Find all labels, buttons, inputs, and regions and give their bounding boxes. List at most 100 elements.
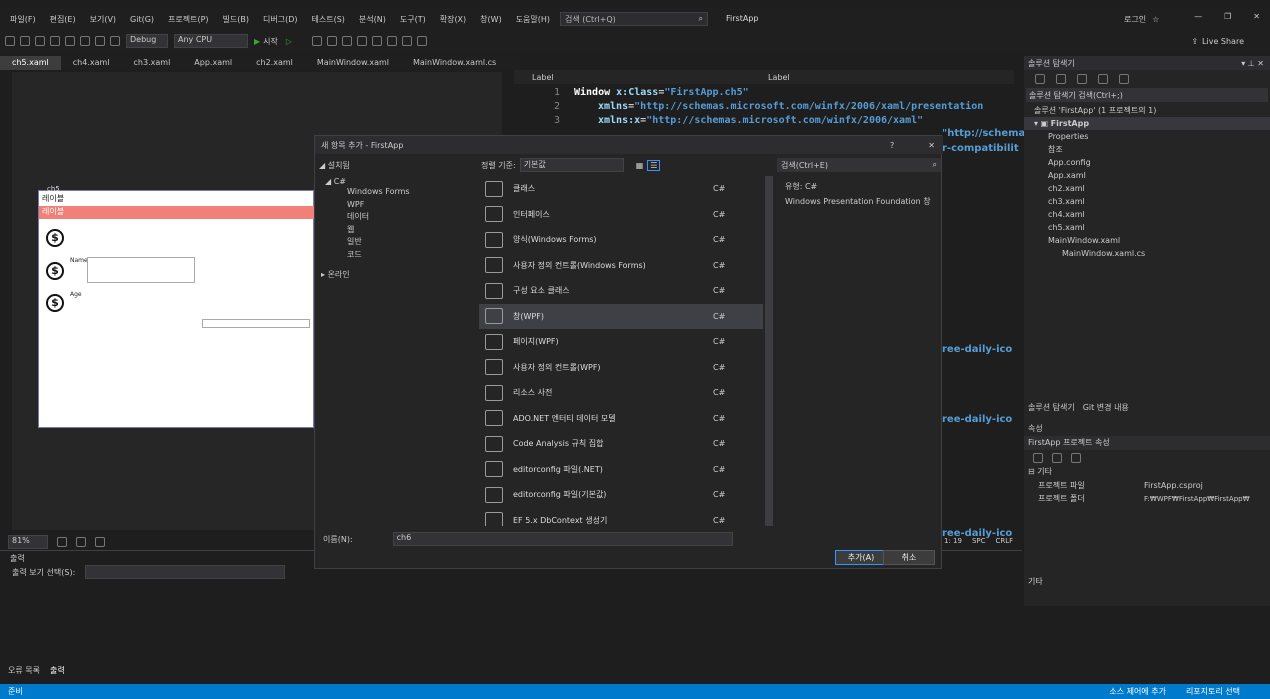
template-item[interactable]: EF 5.x DbContext 생성기 C# — [479, 508, 763, 526]
category-item[interactable]: 일반 — [347, 236, 477, 249]
element-selector-left[interactable]: Label — [532, 73, 762, 82]
redo-icon[interactable] — [110, 36, 120, 46]
menu-item[interactable]: 도구(T) — [396, 14, 430, 25]
property-row[interactable]: 프로젝트 폴더 F:₩WPF₩FirstApp₩FirstApp₩ — [1024, 492, 1270, 505]
repository-button[interactable]: 리포지토리 선택 — [1186, 686, 1240, 697]
tab-git-changes[interactable]: Git 변경 내용 — [1083, 402, 1129, 413]
name-input[interactable]: ch6 — [392, 532, 733, 546]
line-ending-status[interactable]: CRLF — [996, 537, 1014, 545]
solution-item[interactable]: MainWindow.xaml — [1034, 234, 1270, 247]
solution-item[interactable]: ch4.xaml — [1034, 208, 1270, 221]
bookmark-next-icon[interactable] — [417, 36, 428, 46]
menu-item[interactable]: 보기(V) — [86, 14, 120, 25]
pin-icon[interactable]: ▾ ⊥ ✕ — [1241, 59, 1264, 68]
template-item[interactable]: editorconfig 파일(기본값) C# — [479, 482, 763, 508]
cancel-button[interactable]: 취소 — [883, 550, 935, 565]
open-icon[interactable] — [50, 36, 60, 46]
save-icon[interactable] — [65, 36, 75, 46]
toolbar-icon-1[interactable] — [312, 36, 323, 46]
config-dropdown[interactable]: Debug — [126, 34, 168, 48]
template-item[interactable]: 사용자 정의 컨트롤(Windows Forms) C# — [479, 253, 763, 279]
template-item[interactable]: 클래스 C# — [479, 176, 763, 202]
solution-item[interactable]: Properties — [1034, 130, 1270, 143]
solution-item[interactable]: ch5.xaml — [1034, 221, 1270, 234]
property-pages-icon[interactable] — [1071, 453, 1081, 463]
menu-item[interactable]: 파일(F) — [6, 14, 40, 25]
menu-item[interactable]: 편집(E) — [46, 14, 80, 25]
sync-icon[interactable] — [1056, 74, 1066, 84]
dialog-close-icon[interactable]: ✕ — [928, 141, 935, 150]
properties-category[interactable]: ⊟ 기타 — [1024, 466, 1270, 479]
template-list-scrollbar[interactable] — [765, 176, 773, 526]
feedback-icon[interactable]: ☆ — [1152, 15, 1159, 24]
live-share-button[interactable]: Live Share — [1202, 37, 1244, 46]
category-item[interactable]: Windows Forms — [347, 186, 477, 199]
element-selector-right[interactable]: Label — [768, 73, 790, 82]
menu-item[interactable]: Git(G) — [126, 15, 158, 24]
solution-item[interactable]: 참조 — [1034, 143, 1270, 156]
fx-icon[interactable] — [57, 537, 67, 547]
spacing-status[interactable]: SPC — [972, 537, 986, 545]
save-all-icon[interactable] — [80, 36, 90, 46]
solution-item[interactable]: ch2.xaml — [1034, 182, 1270, 195]
sort-dropdown[interactable]: 기본값 — [519, 158, 624, 172]
menu-item[interactable]: 도움말(H) — [512, 14, 554, 25]
csharp-node[interactable]: ◢ C# — [315, 171, 477, 186]
categorized-icon[interactable] — [1033, 453, 1043, 463]
document-tab[interactable]: ch2.xaml — [244, 56, 305, 70]
solution-root[interactable]: 솔루션 'FirstApp' (1 프로젝트의 1) — [1034, 104, 1270, 117]
source-control-button[interactable]: 소스 제어에 추가 — [1109, 686, 1166, 697]
document-tab[interactable]: ch3.xaml — [122, 56, 183, 70]
document-tab[interactable]: ch4.xaml — [61, 56, 122, 70]
tab-solution-explorer[interactable]: 솔루션 탐색기 — [1028, 402, 1075, 413]
collapse-icon[interactable] — [1098, 74, 1108, 84]
zoom-dropdown[interactable]: 81% — [8, 535, 48, 549]
account-area[interactable]: 로그인 ☆ — [1124, 14, 1159, 25]
login-link[interactable]: 로그인 — [1124, 14, 1146, 25]
template-item[interactable]: 양식(Windows Forms) C# — [479, 227, 763, 253]
grid-icon[interactable] — [76, 537, 86, 547]
platform-dropdown[interactable]: Any CPU — [174, 34, 248, 48]
bookmark-prev-icon[interactable] — [402, 36, 413, 46]
menu-item[interactable]: 테스트(S) — [308, 14, 349, 25]
toolbar-icon-5[interactable] — [372, 36, 383, 46]
maximize-icon[interactable]: ❐ — [1224, 12, 1231, 21]
document-tab[interactable]: MainWindow.xaml.cs — [401, 56, 508, 70]
template-item[interactable]: 페이지(WPF) C# — [479, 329, 763, 355]
tab-error-list[interactable]: 오류 목록 — [8, 665, 40, 676]
list-view-icon[interactable]: ☰ — [647, 159, 661, 171]
template-item[interactable]: 창(WPF) C# — [479, 303, 763, 329]
grid-view-icon[interactable]: ▦ — [636, 161, 644, 170]
properties-icon[interactable] — [1119, 74, 1129, 84]
snap-icon[interactable] — [95, 537, 105, 547]
category-item[interactable]: WPF — [347, 199, 477, 212]
menu-item[interactable]: 빌드(B) — [219, 14, 253, 25]
template-item[interactable]: 구성 요소 클래스 C# — [479, 278, 763, 304]
solution-item[interactable]: App.config — [1034, 156, 1270, 169]
tab-output[interactable]: 출력 — [50, 665, 65, 676]
designer-window-preview[interactable]: ch5 레이블 레이블 $ $ $ Name Age — [38, 185, 314, 428]
close-icon[interactable]: ✕ — [1253, 12, 1260, 21]
menu-item[interactable]: 창(W) — [476, 14, 506, 25]
start-without-debug-icon[interactable]: ▷ — [286, 37, 292, 46]
template-item[interactable]: Code Analysis 규칙 집합 C# — [479, 431, 763, 457]
dialog-search-input[interactable]: 검색(Ctrl+E) ⌕ — [777, 158, 941, 172]
toolbar-icon-2[interactable] — [327, 36, 338, 46]
live-share-icon[interactable]: ⇪ — [1191, 37, 1198, 46]
preview-age-textbox[interactable] — [202, 319, 310, 328]
preview-name-textbox[interactable] — [87, 257, 195, 283]
forward-icon[interactable] — [20, 36, 30, 46]
solution-search-input[interactable]: 솔루션 탐색기 검색(Ctrl+;) — [1026, 88, 1268, 102]
category-item[interactable]: 데이터 — [347, 211, 477, 224]
template-item[interactable]: editorconfig 파일(.NET) C# — [479, 457, 763, 483]
undo-icon[interactable] — [95, 36, 105, 46]
property-row[interactable]: 프로젝트 파일 FirstApp.csproj — [1024, 479, 1270, 492]
output-source-dropdown[interactable] — [85, 565, 286, 579]
template-item[interactable]: 사용자 정의 컨트롤(WPF) C# — [479, 355, 763, 381]
online-node[interactable]: ▸ 온라인 — [315, 261, 477, 280]
menu-item[interactable]: 프로젝트(P) — [164, 14, 213, 25]
preview-label-1[interactable]: 레이블 — [42, 193, 64, 204]
document-tab[interactable]: App.xaml — [182, 56, 244, 70]
category-item[interactable]: 웹 — [347, 224, 477, 237]
bookmark-icon[interactable] — [387, 36, 398, 46]
